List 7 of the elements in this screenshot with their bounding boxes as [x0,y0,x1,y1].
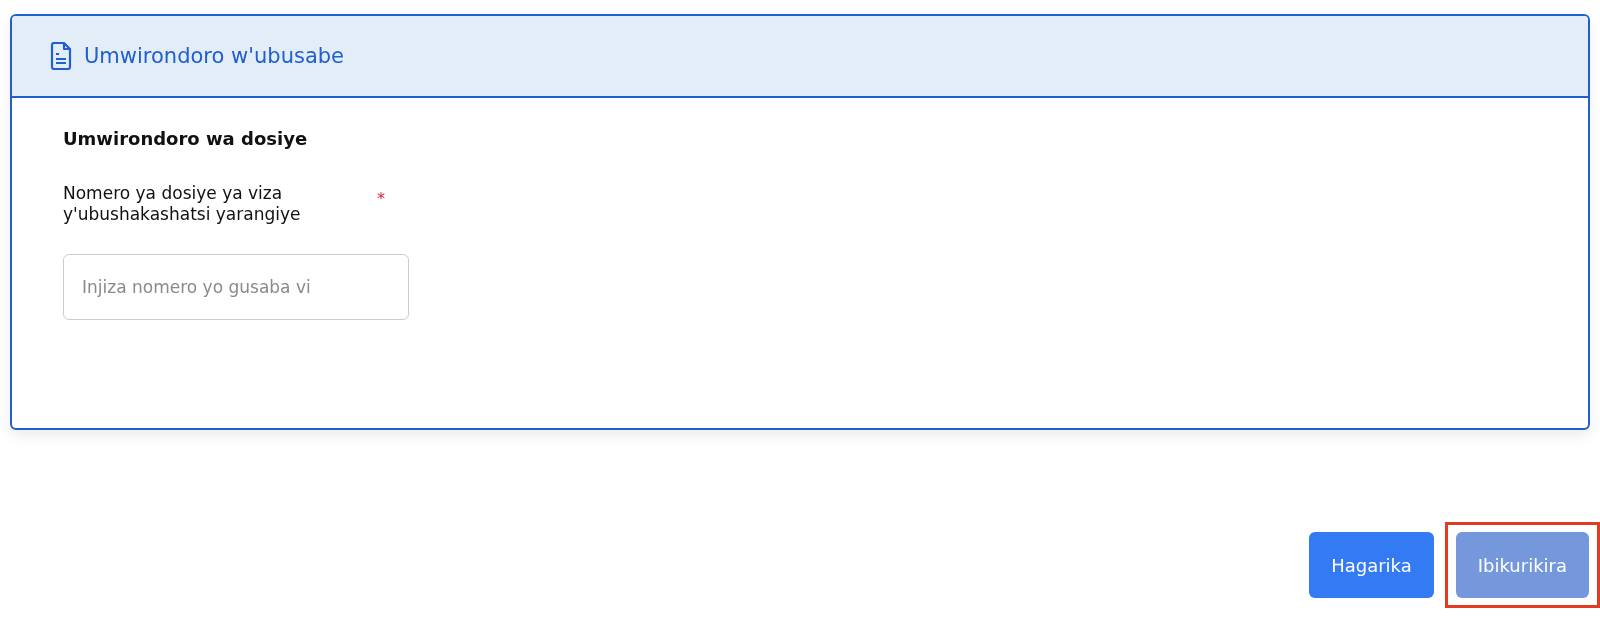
required-mark: * [377,189,385,208]
action-button[interactable]: Hagarika [1309,532,1434,598]
input-field[interactable]: Injiza nomero yo gusaba vi [63,253,409,320]
section-heading: Umwirondoro wa dosiye [63,128,309,149]
panel-title: Umwirondoro w'ubusabe [84,44,344,68]
field-label: Nomero ya dosiye ya viza y'ubushakashatsi yarangiye [63,183,302,226]
document-icon [50,42,72,70]
